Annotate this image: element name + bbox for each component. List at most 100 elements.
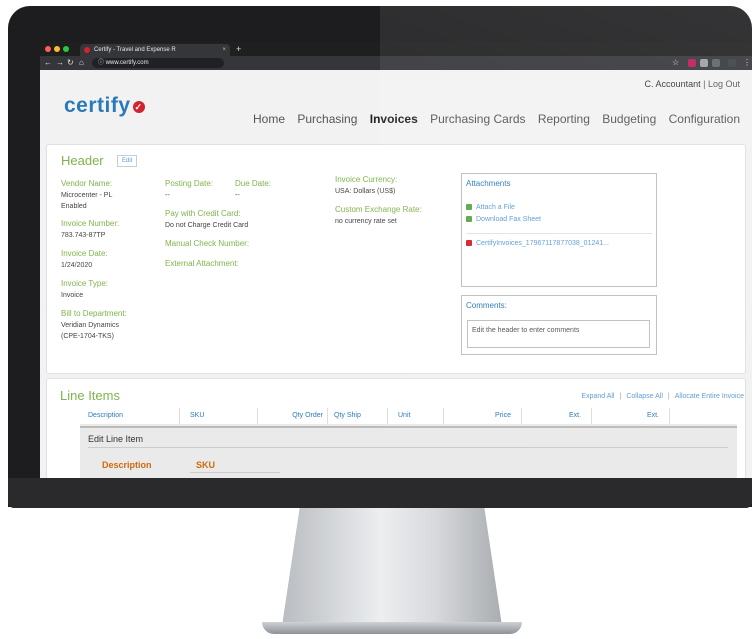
exchange-rate-label: Custom Exchange Rate:: [335, 205, 422, 214]
window-zoom-dot[interactable]: [63, 46, 69, 52]
invoice-number-label: Invoice Number:: [61, 219, 120, 228]
edit-sku-label: SKU: [196, 460, 216, 470]
header-panel: Header Edit Vendor Name: Microcenter - P…: [46, 144, 746, 374]
col-qty-order[interactable]: Qty Order: [258, 408, 328, 424]
comments-field[interactable]: Edit the header to enter comments: [467, 320, 650, 348]
due-date-label: Due Date:: [235, 179, 272, 188]
edit-line-item-area: [80, 424, 737, 478]
info-icon: ⓘ: [98, 60, 106, 66]
action-separator: |: [667, 393, 670, 400]
attachments-divider: [466, 233, 652, 234]
collapse-all-link[interactable]: Collapse All: [626, 393, 663, 400]
invoice-type-value: Invoice: [61, 292, 84, 299]
tab-title: Certify - Travel and Expense R: [94, 47, 176, 53]
browser-toolbar: ← → ↻ ⌂ ⓘ www.certify.com ☆ ⋮: [40, 56, 752, 70]
col-price[interactable]: Price: [444, 408, 522, 424]
window-minimize-dot[interactable]: [54, 46, 60, 52]
col-unit[interactable]: Unit: [388, 408, 444, 424]
download-fax-link[interactable]: Download Fax Sheet: [466, 216, 541, 223]
home-icon[interactable]: ⌂: [79, 56, 84, 70]
header-edit-button[interactable]: Edit: [117, 155, 138, 167]
star-icon[interactable]: ☆: [672, 56, 679, 70]
allocate-invoice-link[interactable]: Allocate Entire Invoice: [675, 393, 744, 400]
invoice-currency-value: USA: Dollars (US$): [335, 188, 396, 195]
nav-configuration[interactable]: Configuration: [669, 112, 740, 126]
action-separator: |: [619, 393, 622, 400]
monitor-stand: [282, 508, 502, 626]
col-qty-ship[interactable]: Qty Ship: [328, 408, 388, 424]
tab-close-icon[interactable]: ×: [222, 44, 226, 56]
col-sku[interactable]: SKU: [180, 408, 258, 424]
attachment-file-link[interactable]: CertifyInvoices_17967117877038_01241...: [466, 240, 609, 247]
user-name[interactable]: C. Accountant: [645, 79, 701, 89]
line-items-title: Line Items: [60, 388, 120, 403]
nav-invoices[interactable]: Invoices: [370, 112, 418, 126]
attachments-box: Attachments Attach a File Download Fax S…: [461, 173, 657, 287]
monitor-base: [262, 622, 522, 634]
attach-file-link[interactable]: Attach a File: [466, 204, 515, 211]
extension-icon[interactable]: [700, 59, 708, 67]
vendor-name-label: Vendor Name:: [61, 179, 113, 188]
url-text: www.certify.com: [105, 60, 149, 66]
attachments-title: Attachments: [466, 179, 511, 188]
user-bar: C. Accountant | Log Out: [645, 79, 740, 89]
pay-credit-card-label: Pay with Credit Card:: [165, 209, 241, 218]
reload-icon[interactable]: ↻: [67, 56, 74, 70]
expand-all-link[interactable]: Expand All: [581, 393, 614, 400]
comments-title: Comments:: [466, 301, 507, 310]
col-description[interactable]: Description: [80, 408, 180, 424]
pay-credit-card-value: Do not Charge Credit Card: [165, 222, 249, 229]
back-icon[interactable]: ←: [44, 56, 52, 70]
external-attachment-label: External Attachment:: [165, 259, 239, 268]
bill-to-department-value: Veridian Dynamics: [61, 322, 119, 329]
download-icon: [466, 216, 472, 222]
due-date-value: --: [235, 192, 240, 199]
vendor-status-value: Enabled: [61, 203, 87, 210]
monitor-chin: [8, 478, 752, 508]
edit-line-item-title: Edit Line Item: [88, 434, 144, 444]
screen: Certify - Travel and Expense R × + ← → ↻…: [40, 42, 752, 478]
invoice-date-value: 1/24/2020: [61, 262, 93, 269]
nav-budgeting[interactable]: Budgeting: [602, 112, 656, 126]
certify-logo[interactable]: certify ✓: [64, 94, 145, 118]
bill-to-department-code: (CPE-1704-TKS): [61, 333, 114, 340]
logout-link[interactable]: Log Out: [708, 79, 740, 89]
edit-description-label: Description: [102, 460, 152, 470]
extension-icon[interactable]: [712, 59, 720, 67]
col-ext[interactable]: Ext.: [522, 408, 592, 424]
nav-reporting[interactable]: Reporting: [538, 112, 590, 126]
invoice-currency-label: Invoice Currency:: [335, 175, 398, 184]
profile-icon[interactable]: [728, 59, 736, 67]
exchange-rate-value: no currency rate set: [335, 218, 397, 225]
forward-icon[interactable]: →: [56, 56, 64, 70]
certify-favicon-icon: [84, 47, 90, 53]
posting-date-value: --: [165, 192, 170, 199]
line-items-actions: Expand All | Collapse All | Allocate Entire …: [581, 393, 744, 400]
nav-home[interactable]: Home: [253, 112, 285, 126]
bill-to-department-label: Bill to Department:: [61, 309, 127, 318]
nav-purchasing[interactable]: Purchasing: [297, 112, 357, 126]
edit-line-item-divider: [80, 426, 737, 428]
manual-check-label: Manual Check Number:: [165, 239, 250, 248]
new-tab-button[interactable]: +: [236, 42, 241, 56]
extension-icon[interactable]: [688, 59, 696, 67]
user-separator: |: [703, 79, 706, 89]
comments-box: Comments: Edit the header to enter comme…: [461, 295, 657, 355]
address-bar[interactable]: ⓘ www.certify.com: [92, 58, 224, 68]
attach-file-label: Attach a File: [476, 204, 515, 211]
window-close-dot[interactable]: [45, 46, 51, 52]
browser-tab[interactable]: Certify - Travel and Expense R ×: [80, 44, 230, 56]
add-icon: [466, 204, 472, 210]
remove-icon[interactable]: [466, 240, 472, 246]
sku-field-rule: [190, 472, 280, 473]
nav-purchasing-cards[interactable]: Purchasing Cards: [430, 112, 525, 126]
browser-tab-strip: Certify - Travel and Expense R × +: [40, 42, 752, 56]
logo-text: certify: [64, 94, 131, 117]
logo-check-icon: ✓: [132, 101, 145, 113]
header-title: Header: [61, 153, 104, 168]
main-nav: Home Purchasing Invoices Purchasing Card…: [244, 112, 740, 126]
menu-icon[interactable]: ⋮: [743, 56, 751, 70]
attachment-file-name: CertifyInvoices_17967117877038_01241...: [476, 240, 609, 247]
col-ext-2[interactable]: Ext.: [592, 408, 670, 424]
invoice-type-label: Invoice Type:: [61, 279, 108, 288]
